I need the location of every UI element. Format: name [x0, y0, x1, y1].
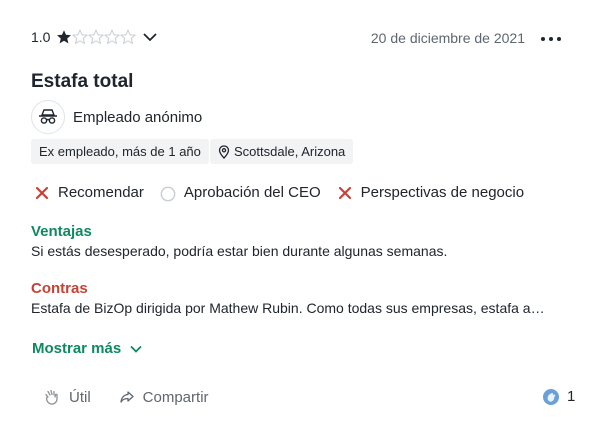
location-pin-icon [218, 144, 230, 159]
share-button[interactable]: Compartir [119, 389, 209, 406]
helpful-label: Útil [69, 388, 91, 406]
rating-stars [56, 29, 137, 45]
show-more-label: Mostrar más [32, 340, 122, 357]
x-icon [34, 185, 50, 201]
rating-business-outlook-label: Perspectivas de negocio [360, 184, 525, 201]
footer-actions: Útil Compartir [43, 388, 237, 406]
star-empty-icon [88, 29, 105, 45]
share-icon [120, 391, 134, 403]
reaction-count: 1 [567, 388, 576, 405]
rating-value: 1.0 [31, 29, 51, 45]
more-options-button[interactable] [541, 34, 565, 44]
share-label: Compartir [142, 388, 209, 406]
incognito-icon [39, 109, 57, 124]
dot-icon [541, 37, 545, 41]
reaction-counter[interactable]: 1 [543, 388, 575, 405]
location-label: Scottsdale, Arizona [234, 144, 346, 159]
rating-ceo-approval: Aprobación del CEO [160, 184, 321, 201]
rating-ceo-approval-label: Aprobación del CEO [183, 184, 321, 201]
rating-summary: 1.0 [31, 26, 158, 48]
star-filled-icon [57, 30, 72, 44]
rating-recommend-label: Recomendar [58, 184, 144, 201]
star-empty-icon [120, 29, 137, 45]
rating-recommend: Recomendar [34, 184, 144, 201]
pros-text: Si estás desesperado, podría estar bien … [31, 243, 448, 259]
circle-icon [160, 185, 176, 201]
employment-status-label: Ex empleado, más de 1 año [39, 144, 201, 159]
chevron-down-icon[interactable] [142, 29, 158, 45]
pros-heading: Ventajas [31, 223, 92, 240]
clap-reaction-icon [543, 388, 559, 405]
rating-business-outlook: Perspectivas de negocio [337, 184, 524, 201]
x-icon [337, 185, 353, 201]
sub-ratings: Recomendar Aprobación del CEO Perspectiv… [34, 184, 540, 201]
helpful-button[interactable]: Útil [43, 388, 91, 406]
dot-icon [549, 37, 553, 41]
cons-text: Estafa de BizOp dirigida por Mathew Rubi… [31, 300, 545, 316]
clap-hands-icon [45, 389, 58, 405]
author-name: Empleado anónimo [73, 108, 203, 126]
star-empty-icon [104, 29, 121, 45]
author-row: Empleado anónimo [31, 100, 202, 134]
cons-heading: Contras [31, 280, 88, 297]
employment-status-tag: Ex empleado, más de 1 año [31, 139, 209, 164]
chevron-down-icon [130, 345, 142, 353]
dot-icon [557, 37, 561, 41]
avatar [31, 100, 65, 134]
show-more-button[interactable]: Mostrar más [32, 340, 143, 357]
review-title: Estafa total [31, 71, 134, 92]
location-tag: Scottsdale, Arizona [210, 139, 354, 164]
review-date: 20 de diciembre de 2021 [370, 30, 525, 46]
star-empty-icon [72, 29, 89, 45]
